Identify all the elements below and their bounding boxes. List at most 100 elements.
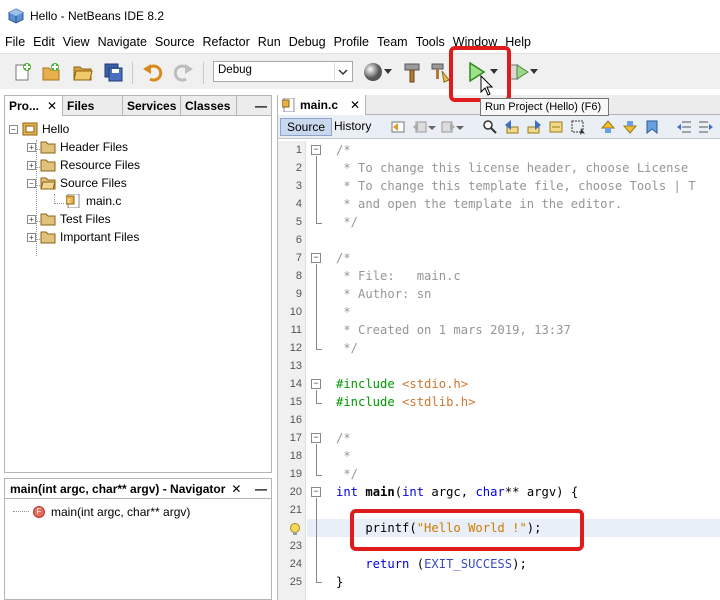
code-text: return (EXIT_SUCCESS); — [336, 555, 526, 573]
tree-node-main-c[interactable]: c main.c — [66, 192, 122, 210]
code-line: 15 #include <stdlib.h> — [278, 393, 720, 411]
folder-icon — [40, 141, 56, 154]
open-project-button[interactable] — [70, 59, 96, 85]
last-edit-icon[interactable] — [390, 119, 406, 135]
function-icon: F — [33, 506, 45, 518]
code-line: 9 * Author: sn — [278, 285, 720, 303]
code-token: return — [336, 557, 417, 571]
history-view-button[interactable]: History — [328, 118, 377, 136]
shift-left-icon[interactable] — [676, 119, 692, 135]
folder-icon — [40, 159, 56, 172]
next-bookmark-icon[interactable] — [622, 119, 638, 135]
navigator-item-label: main(int argc, char** argv) — [51, 505, 191, 519]
menu-refactor[interactable]: Refactor — [199, 35, 254, 49]
tree-node-test-files[interactable]: + Test Files — [27, 210, 111, 228]
tree-node-project-hello[interactable]: − Hello — [9, 120, 69, 138]
back-icon[interactable] — [412, 119, 428, 135]
minimize-icon[interactable]: — — [255, 99, 267, 113]
line-number: 12 — [289, 342, 302, 354]
code-text: } — [336, 573, 343, 591]
menu-file[interactable]: File — [0, 35, 29, 49]
code-text: */ — [336, 213, 358, 231]
tab-files[interactable]: Files — [63, 96, 123, 116]
menu-navigate[interactable]: Navigate — [94, 35, 151, 49]
navigator-item-main[interactable]: F main(int argc, char** argv) — [13, 505, 190, 519]
line-number: 6 — [295, 234, 302, 246]
menu-source[interactable]: Source — [151, 35, 199, 49]
source-view-button[interactable]: Source — [280, 118, 333, 136]
find-next-icon[interactable] — [526, 119, 542, 135]
menu-team[interactable]: Team — [373, 35, 412, 49]
code-text: * To change this template file, choose T… — [336, 177, 695, 195]
code-token: int — [402, 485, 432, 499]
find-previous-icon[interactable] — [504, 119, 520, 135]
tab-projects[interactable]: Pro... ✕ — [5, 96, 63, 116]
tree-node-header-files[interactable]: + Header Files — [27, 138, 128, 156]
code-line: 2 * To change this license header, choos… — [278, 159, 720, 177]
find-icon[interactable] — [482, 119, 498, 135]
configuration-select[interactable]: Debug — [213, 61, 353, 82]
menu-profile[interactable]: Profile — [330, 35, 373, 49]
open-folder-icon — [40, 177, 56, 190]
close-icon[interactable]: ✕ — [47, 99, 57, 113]
code-token: #include — [336, 377, 403, 391]
minimize-icon[interactable]: — — [255, 482, 267, 496]
code-text: */ — [336, 339, 358, 357]
undo-button[interactable] — [140, 59, 166, 85]
title-bar: Hello - NetBeans IDE 8.2 — [0, 0, 720, 32]
previous-bookmark-icon[interactable] — [600, 119, 616, 135]
menu-tools[interactable]: Tools — [412, 35, 449, 49]
code-line: 17 /* — [278, 429, 720, 447]
expand-icon[interactable]: + — [27, 214, 36, 224]
code-line: 20 int main(int argc, char** argv) { — [278, 483, 720, 501]
line-number: 25 — [289, 576, 302, 588]
menu-run[interactable]: Run — [254, 35, 285, 49]
menu-view[interactable]: View — [59, 35, 94, 49]
menu-edit[interactable]: Edit — [29, 35, 59, 49]
debug-dropdown-button[interactable] — [528, 59, 540, 85]
toggle-bookmark-icon[interactable] — [644, 119, 660, 135]
new-file-button[interactable] — [10, 59, 36, 85]
sphere-icon — [364, 63, 382, 81]
small-arrow-down-icon[interactable] — [428, 119, 436, 135]
code-token: main — [365, 485, 395, 499]
broom-hammer-icon — [431, 63, 450, 83]
menu-debug[interactable]: Debug — [285, 35, 330, 49]
collapse-icon[interactable]: − — [27, 178, 36, 188]
save-all-button[interactable] — [101, 59, 127, 85]
forward-icon[interactable] — [440, 119, 456, 135]
collapse-icon[interactable]: − — [9, 124, 18, 134]
window-title: Hello - NetBeans IDE 8.2 — [30, 9, 165, 23]
config-dropdown-button[interactable] — [382, 59, 394, 85]
small-arrow-down-icon[interactable] — [456, 119, 464, 135]
shift-right-icon[interactable] — [698, 119, 714, 135]
code-token: ( — [394, 485, 403, 499]
navigator-tab[interactable]: main(int argc, char** argv) - Navigator ✕… — [5, 479, 271, 499]
code-text: /* — [336, 249, 351, 267]
code-token: */ — [336, 215, 359, 229]
close-icon[interactable]: ✕ — [231, 482, 241, 496]
tab-services[interactable]: Services — [123, 96, 181, 116]
small-arrow-down-icon — [530, 69, 538, 74]
tree-label: Important Files — [60, 230, 140, 244]
expand-icon[interactable]: + — [27, 160, 36, 170]
build-button[interactable] — [399, 59, 425, 85]
close-icon[interactable]: ✕ — [350, 98, 360, 112]
code-token: argc, — [431, 485, 476, 499]
tree-label: Test Files — [60, 212, 111, 226]
tree-node-resource-files[interactable]: + Resource Files — [27, 156, 140, 174]
redo-button[interactable] — [170, 59, 196, 85]
hint-bulb-icon[interactable] — [289, 523, 301, 537]
toggle-highlight-icon[interactable] — [548, 119, 564, 135]
tab-classes[interactable]: Classes — [181, 96, 237, 116]
code-token: */ — [336, 467, 359, 481]
tree-node-source-files[interactable]: − Source Files — [27, 174, 127, 192]
code-token: /* — [336, 251, 351, 265]
toggle-rect-selection-icon[interactable] — [570, 119, 586, 135]
expand-icon[interactable]: + — [27, 142, 36, 152]
expand-icon[interactable]: + — [27, 232, 36, 242]
tab-main-c[interactable]: main.c ✕ — [278, 95, 366, 115]
new-project-button[interactable] — [38, 59, 64, 85]
tree-node-important-files[interactable]: + Important Files — [27, 228, 139, 246]
configuration-value: Debug — [218, 64, 252, 76]
